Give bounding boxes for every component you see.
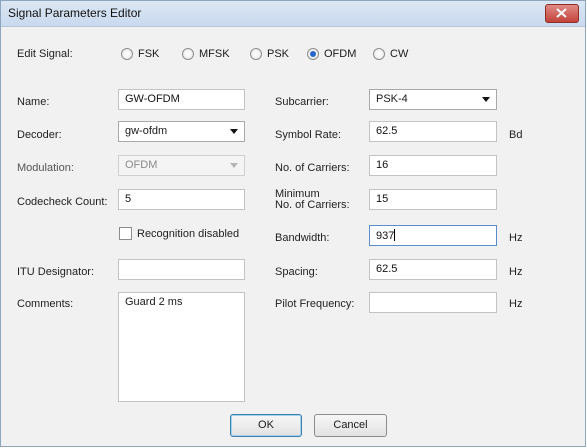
symbol-rate-unit: Bd [509,129,523,141]
pilot-frequency-field[interactable] [369,292,497,313]
spacing-unit: Hz [509,266,523,278]
signal-parameters-dialog: Signal Parameters Editor Edit Signal: FS… [0,0,586,447]
pilot-frequency-unit: Hz [509,298,523,310]
cancel-button[interactable]: Cancel [314,414,387,437]
window-title: Signal Parameters Editor [8,6,142,20]
symbol-rate-label: Symbol Rate: [275,129,342,141]
codecheck-field[interactable]: 5 [118,189,245,210]
modulation-select: OFDM [118,155,245,176]
min-carriers-field[interactable]: 15 [369,189,497,210]
ok-button[interactable]: OK [230,414,302,437]
radio-psk[interactable]: PSK [250,48,300,62]
modulation-label: Modulation: [17,162,74,174]
itu-designator-label: ITU Designator: [17,266,95,278]
decoder-value: gw-ofdm [125,125,168,137]
radio-fsk[interactable]: FSK [121,48,171,62]
bandwidth-field[interactable]: 937 [369,225,497,246]
close-icon [556,8,567,18]
bandwidth-label: Bandwidth: [275,232,330,244]
subcarrier-label: Subcarrier: [275,96,329,108]
symbol-rate-field[interactable]: 62.5 [369,121,497,142]
chevron-down-icon [230,129,238,134]
comments-label: Comments: [17,298,74,310]
spacing-label: Spacing: [275,266,318,278]
pilot-frequency-label: Pilot Frequency: [275,298,355,310]
carriers-field[interactable]: 16 [369,155,497,176]
name-field[interactable]: GW-OFDM [118,89,245,110]
bandwidth-unit: Hz [509,232,523,244]
subcarrier-value: PSK-4 [376,93,408,105]
radio-mfsk[interactable]: MFSK [182,48,242,62]
title-bar[interactable]: Signal Parameters Editor [1,1,585,27]
decoder-label: Decoder: [17,129,62,141]
recognition-disabled-checkbox[interactable] [119,227,132,240]
radio-ofdm[interactable]: OFDM [307,48,367,62]
name-label: Name: [17,96,50,108]
text-caret [394,229,396,241]
min-carriers-label-line2: No. of Carriers: [275,199,350,211]
recognition-disabled-label: Recognition disabled [137,228,240,240]
chevron-down-icon [230,163,238,168]
carriers-label: No. of Carriers: [275,162,350,174]
comments-field[interactable]: Guard 2 ms [118,292,245,402]
close-button[interactable] [545,4,579,23]
min-carriers-label: Minimum No. of Carriers: [275,189,350,211]
subcarrier-select[interactable]: PSK-4 [369,89,497,110]
spacing-field[interactable]: 62.5 [369,259,497,280]
modulation-value: OFDM [125,159,158,171]
decoder-select[interactable]: gw-ofdm [118,121,245,142]
edit-signal-label: Edit Signal: [17,48,73,60]
chevron-down-icon [482,97,490,102]
itu-designator-field[interactable] [118,259,245,280]
codecheck-label: Codecheck Count: [17,196,108,208]
radio-cw[interactable]: CW [373,48,423,62]
bandwidth-value: 937 [376,230,395,242]
